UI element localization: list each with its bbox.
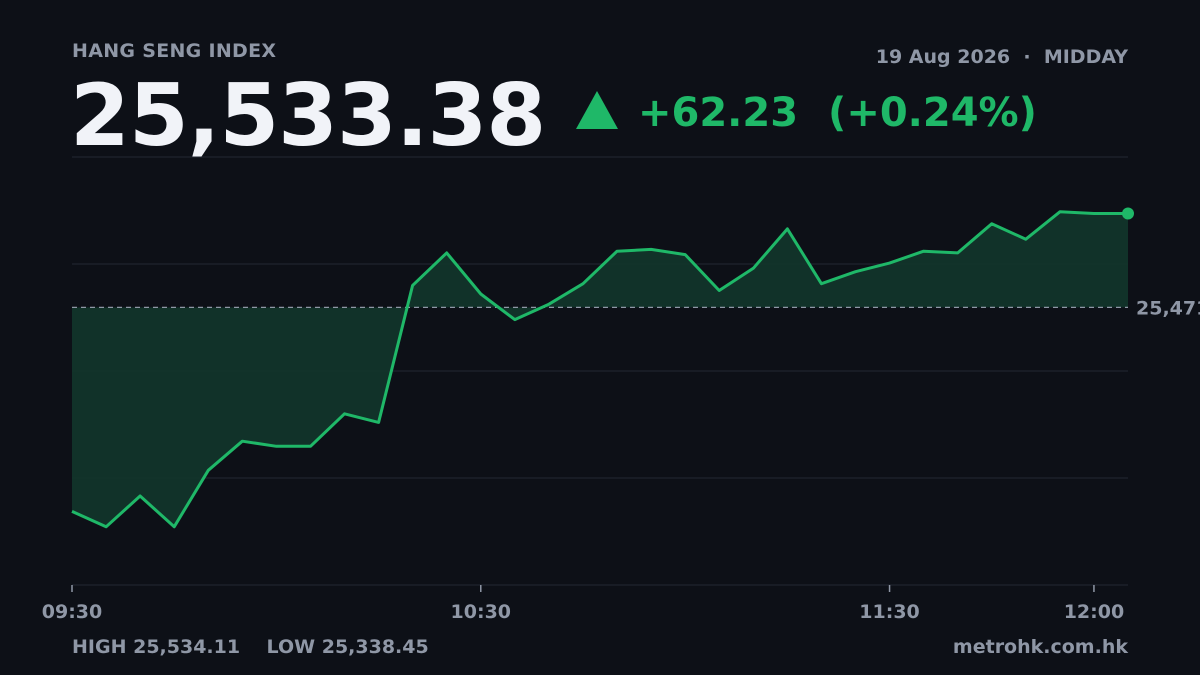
high-low-info: HIGH 25,534.11 LOW 25,338.45 xyxy=(72,636,429,658)
x-tick-label: 12:00 xyxy=(1064,601,1124,623)
x-tick-label: 11:30 xyxy=(859,601,919,623)
high-value: 25,534.11 xyxy=(133,636,241,658)
source-domain: metrohk.com.hk xyxy=(952,636,1128,658)
low-label: LOW xyxy=(266,636,316,658)
high-label: HIGH xyxy=(72,636,127,658)
last-price-marker xyxy=(1122,207,1134,220)
chart-area-fill xyxy=(72,211,1128,527)
previous-close-label: 25,471 xyxy=(1136,297,1200,319)
x-tick-label: 10:30 xyxy=(451,601,511,623)
x-tick-label: 09:30 xyxy=(42,601,102,623)
x-axis: 09:30 10:30 11:30 12:00 xyxy=(42,585,1124,623)
low-value: 25,338.45 xyxy=(321,636,429,658)
price-chart: 25,471 09:30 10:30 11:30 12:00 xyxy=(42,156,1200,623)
